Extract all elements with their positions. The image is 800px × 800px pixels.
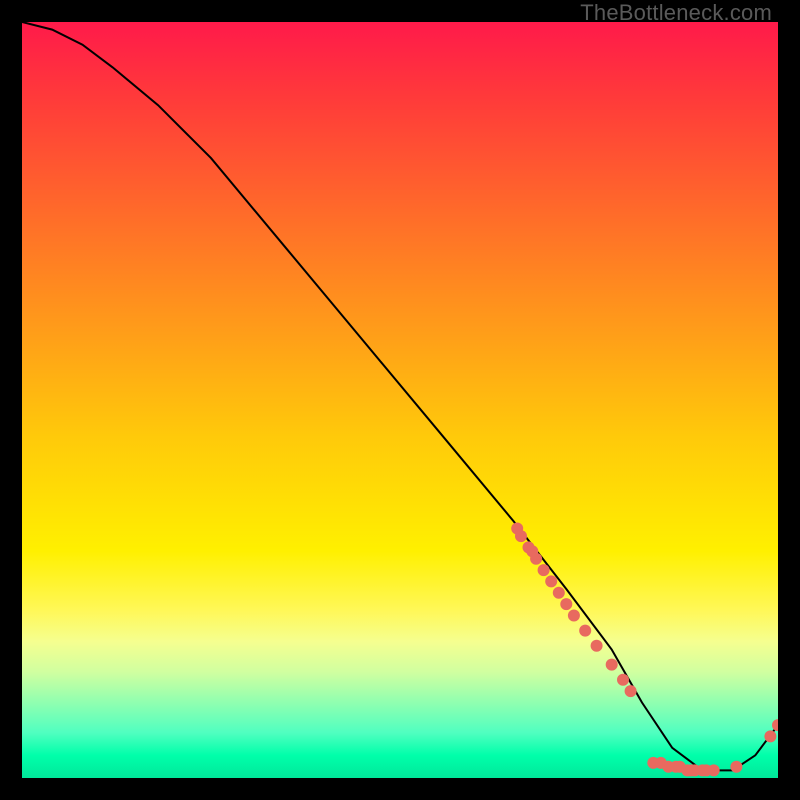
chart-container: TheBottleneck.com — [0, 0, 800, 800]
plot-area — [22, 22, 778, 778]
